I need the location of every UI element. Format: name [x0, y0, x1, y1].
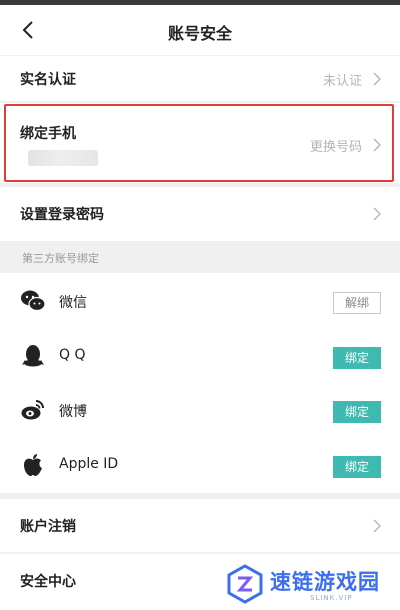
change-number-link[interactable]: 更换号码: [310, 136, 362, 155]
watermark: 速链游戏园 SLINK.VIP: [218, 562, 400, 610]
bind-button[interactable]: 绑定: [333, 401, 381, 423]
real-name-row[interactable]: 实名认证 未认证: [0, 56, 400, 101]
account-row-apple: Apple ID 绑定: [0, 437, 400, 493]
account-row-qq: Q Q 绑定: [0, 329, 400, 383]
bind-phone-label: 绑定手机: [20, 126, 76, 142]
account-cancel-label: 账户注销: [20, 519, 76, 535]
page-title: 账号安全: [167, 24, 232, 43]
bind-phone-row[interactable]: 绑定手机 更换号码: [0, 103, 400, 183]
account-row-wechat: 微信 解绑: [0, 273, 400, 329]
account-name: Apple ID: [59, 456, 119, 472]
login-password-label: 设置登录密码: [20, 207, 104, 223]
bind-button[interactable]: 绑定: [333, 456, 381, 478]
watermark-text: 速链游戏园: [270, 570, 380, 594]
login-password-row[interactable]: 设置登录密码: [0, 187, 400, 241]
watermark-logo-icon: [227, 564, 263, 604]
real-name-status: 未认证: [322, 74, 362, 89]
bind-button[interactable]: 绑定: [333, 347, 381, 369]
chevron-right-icon: [373, 519, 381, 533]
chevron-right-icon: [373, 138, 381, 152]
account-row-weibo: 微博 绑定: [0, 383, 400, 437]
unbind-button[interactable]: 解绑: [333, 292, 381, 314]
chevron-right-icon: [373, 207, 381, 221]
apple-icon: [24, 454, 42, 476]
real-name-label: 实名认证: [20, 72, 76, 88]
qq-icon: [22, 345, 44, 367]
third-party-section-label: 第三方账号绑定: [22, 252, 99, 265]
account-name: 微信: [59, 295, 87, 311]
account-name: Q Q: [59, 347, 86, 363]
masked-phone-number: [28, 150, 98, 166]
account-name: 微博: [59, 404, 87, 420]
wechat-icon: [21, 290, 46, 312]
nav-header: 账号安全: [0, 5, 400, 55]
weibo-icon: [21, 400, 44, 420]
chevron-right-icon: [373, 72, 381, 86]
security-center-label: 安全中心: [20, 574, 76, 590]
account-cancel-row[interactable]: 账户注销: [0, 499, 400, 552]
third-party-section-header: 第三方账号绑定: [0, 243, 400, 271]
watermark-subtext: SLINK.VIP: [310, 594, 353, 602]
